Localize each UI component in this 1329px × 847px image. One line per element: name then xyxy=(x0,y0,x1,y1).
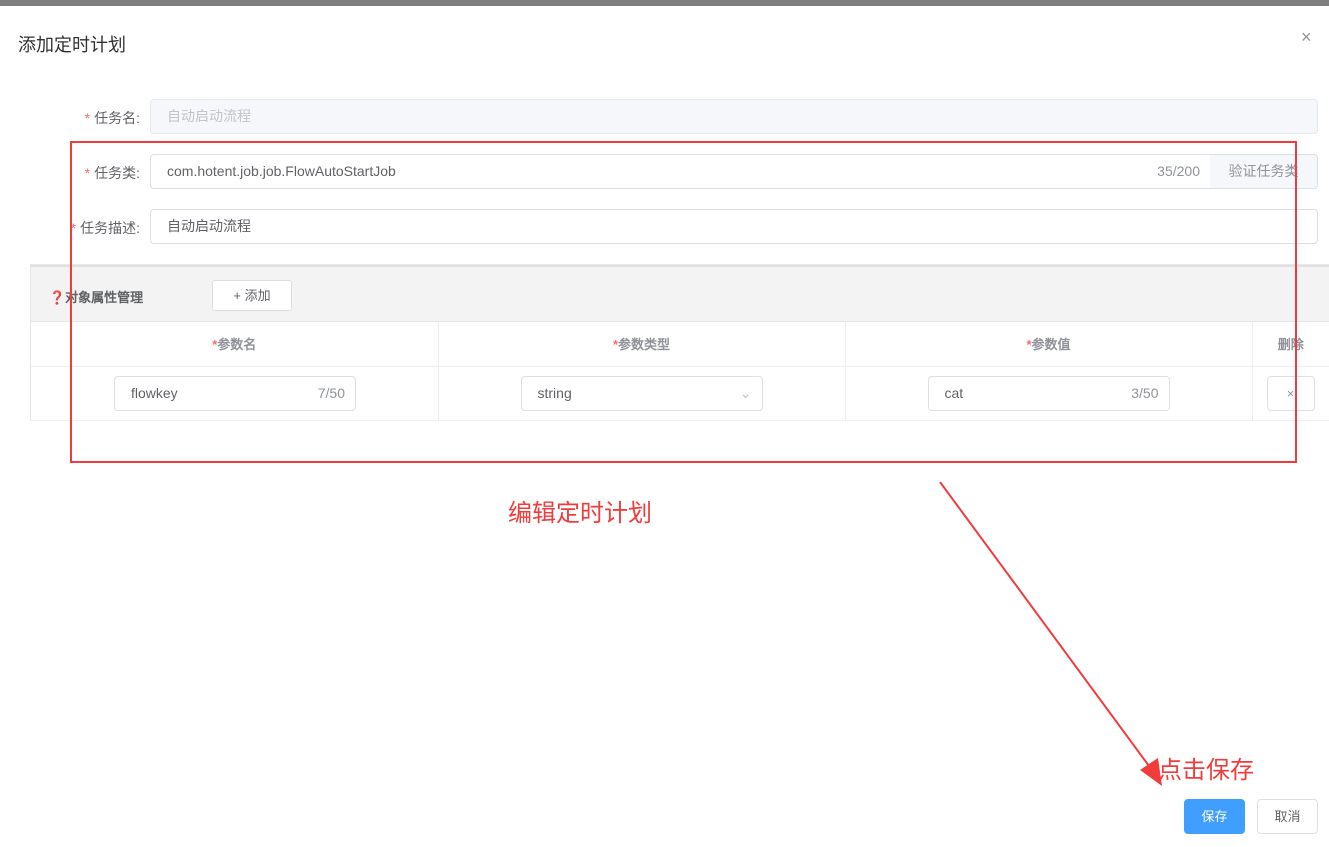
annotation-arrow xyxy=(939,481,1162,786)
cancel-button[interactable]: 取消 xyxy=(1257,799,1318,834)
annotation-save: 点击保存 xyxy=(1158,757,1254,784)
save-button[interactable]: 保存 xyxy=(1184,799,1245,834)
